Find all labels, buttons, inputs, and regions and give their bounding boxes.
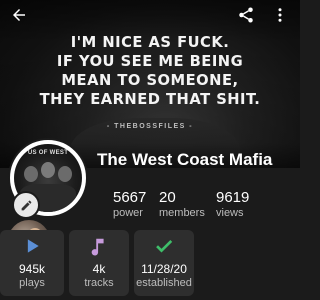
- quote-line: MEAN TO SOMEONE,: [61, 71, 239, 89]
- card-value: 4k: [92, 262, 106, 276]
- quote-line: I'M NICE AS FUCK.: [70, 33, 230, 51]
- stat-label: power: [113, 207, 143, 219]
- edit-avatar-button[interactable]: [12, 191, 40, 219]
- check-icon: [156, 239, 173, 253]
- stat-value: 5667: [113, 189, 147, 206]
- pencil-icon: [21, 200, 31, 210]
- more-options-button[interactable]: [267, 2, 293, 28]
- stat-value: 20: [159, 189, 176, 206]
- play-icon: [27, 239, 39, 253]
- quote-line: IF YOU SEE ME BEING: [56, 52, 244, 70]
- quote-source: - THEBOSSFILES -: [106, 123, 194, 130]
- back-button[interactable]: [6, 2, 32, 28]
- card-value: 11/28/20: [141, 262, 187, 276]
- stat-label: views: [216, 207, 244, 219]
- card-label: plays: [19, 277, 45, 289]
- tracks-card[interactable]: 4k tracks: [69, 230, 129, 296]
- cover-quote: I'M NICE AS FUCK. IF YOU SEE ME BEING ME…: [3, 33, 297, 109]
- stat-power: 5667 power: [113, 189, 146, 221]
- arrow-left-icon: [13, 9, 25, 21]
- card-label: established: [136, 277, 192, 289]
- card-value: 945k: [18, 262, 46, 276]
- share-button[interactable]: [233, 2, 259, 28]
- quote-line: THEY EARNED THAT SHIT.: [39, 90, 261, 108]
- group-name: The West Coast Mafia: [97, 150, 273, 169]
- stat-label: members: [159, 207, 205, 219]
- card-label: tracks: [84, 277, 114, 289]
- plays-card[interactable]: 945k plays: [0, 230, 64, 296]
- music-note-icon: [91, 238, 104, 256]
- established-card: 11/28/20 established: [134, 230, 194, 296]
- stat-value: 9619: [216, 189, 250, 206]
- more-vert-icon: [278, 8, 282, 22]
- share-icon: [239, 7, 253, 23]
- avatar-text: US OF WEST: [27, 150, 69, 156]
- stat-views: 9619 views: [216, 189, 249, 221]
- stat-members[interactable]: 20 members: [159, 189, 205, 221]
